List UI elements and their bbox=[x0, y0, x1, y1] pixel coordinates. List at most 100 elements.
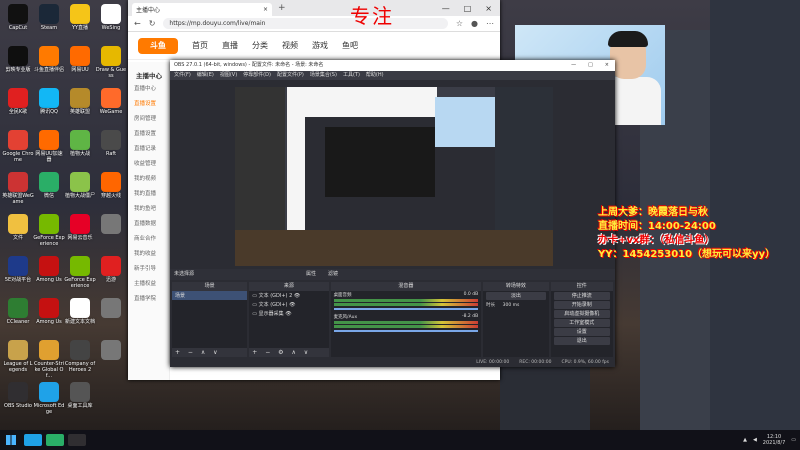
properties-button[interactable]: 属性 bbox=[306, 269, 316, 280]
desktop-icon[interactable]: 桌面工具库 bbox=[64, 382, 96, 409]
close-icon[interactable]: × bbox=[605, 60, 609, 71]
minimize-icon[interactable]: — bbox=[571, 60, 576, 71]
obs-menu-item[interactable]: 场景集合(S) bbox=[310, 71, 337, 80]
maximize-icon[interactable]: □ bbox=[464, 4, 472, 13]
notification-icon[interactable]: ▭ bbox=[791, 437, 796, 443]
control-button[interactable]: 工作室模式 bbox=[553, 319, 610, 327]
desktop-icon[interactable]: GeForce Experience bbox=[64, 256, 96, 289]
url-field[interactable]: https://mp.douyu.com/live/main bbox=[163, 18, 448, 29]
desktop-icon[interactable]: YY直播 bbox=[64, 4, 96, 31]
back-icon[interactable]: ← bbox=[134, 19, 141, 28]
obs-menu-item[interactable]: 配置文件(P) bbox=[277, 71, 304, 80]
close-icon[interactable]: × bbox=[263, 6, 268, 13]
control-button[interactable]: 启动虚拟摄像机 bbox=[553, 310, 610, 318]
taskbar-app-icon[interactable] bbox=[68, 434, 86, 446]
sidebar-item[interactable]: 我的直播 bbox=[128, 187, 169, 202]
duration-input[interactable]: 300 ms bbox=[503, 303, 520, 308]
profile-icon[interactable]: ● bbox=[471, 19, 478, 28]
desktop-icon[interactable]: 5E对战平台 bbox=[2, 256, 34, 283]
clock[interactable]: 12:10 2021/8/7 bbox=[763, 434, 785, 446]
sidebar-item[interactable]: 主播权益 bbox=[128, 277, 169, 292]
control-button[interactable]: 退出 bbox=[553, 337, 610, 345]
sidebar-item[interactable]: 收益管理 bbox=[128, 157, 169, 172]
douyu-logo[interactable]: 斗鱼 bbox=[138, 37, 178, 54]
desktop-icon[interactable] bbox=[95, 298, 127, 319]
desktop-icon[interactable]: Among Us bbox=[33, 298, 65, 325]
sources-dock-footer[interactable]: + − ⚙ ∧ ∨ bbox=[249, 348, 329, 357]
obs-menu-item[interactable]: 文件(F) bbox=[174, 71, 191, 80]
source-item[interactable]: ▭ 文本 (GDI+) 👁 bbox=[249, 300, 328, 309]
desktop-icon[interactable]: 微信 bbox=[33, 172, 65, 199]
desktop-icon[interactable]: 文件 bbox=[2, 214, 34, 241]
desktop-icon[interactable]: 腾讯QQ bbox=[33, 88, 65, 115]
nav-link[interactable]: 视频 bbox=[282, 40, 298, 51]
visibility-icon[interactable]: 👁 bbox=[292, 293, 300, 299]
nav-link[interactable]: 首页 bbox=[192, 40, 208, 51]
nav-link[interactable]: 直播 bbox=[222, 40, 238, 51]
obs-menu-item[interactable]: 帮助(H) bbox=[366, 71, 384, 80]
sidebar-item[interactable]: 直播设置 bbox=[128, 127, 169, 142]
desktop-icon[interactable]: Microsoft Edge bbox=[33, 382, 65, 415]
sidebar-item[interactable]: 商业合作 bbox=[128, 232, 169, 247]
sidebar-item[interactable]: 我的鱼吧 bbox=[128, 202, 169, 217]
desktop-icon[interactable]: 剪映专业版 bbox=[2, 46, 34, 73]
desktop-icon[interactable]: 植物大战 bbox=[64, 130, 96, 157]
desktop-icon[interactable]: Raft bbox=[95, 130, 127, 157]
desktop-icon[interactable]: 植物大战僵尸 bbox=[64, 172, 96, 199]
browser-tab[interactable]: 主播中心 × bbox=[132, 3, 272, 16]
desktop-icon[interactable]: Company of Heroes 2 bbox=[64, 340, 96, 373]
visibility-icon[interactable]: 👁 bbox=[288, 302, 295, 308]
desktop-icon[interactable]: 斗鱼直播伴侣 bbox=[33, 46, 65, 73]
desktop-icon[interactable]: 网易云音乐 bbox=[64, 214, 96, 241]
obs-menu-item[interactable]: 编辑(E) bbox=[197, 71, 214, 80]
refresh-icon[interactable]: ↻ bbox=[149, 19, 156, 28]
desktop-icon[interactable]: 网易UU bbox=[64, 46, 96, 73]
minimize-icon[interactable]: — bbox=[442, 4, 450, 13]
desktop-icon[interactable]: 英雄联盟 bbox=[64, 88, 96, 115]
desktop-icon[interactable]: League of Legends bbox=[2, 340, 34, 373]
nav-link[interactable]: 分类 bbox=[252, 40, 268, 51]
desktop-icon[interactable]: CapCut bbox=[2, 4, 34, 31]
source-item[interactable]: ▭ 显示器采集 👁 bbox=[249, 309, 328, 318]
desktop-icon[interactable]: Steam bbox=[33, 4, 65, 31]
desktop-icon[interactable]: OBS Studio bbox=[2, 382, 34, 409]
desktop-icon[interactable]: Among Us bbox=[33, 256, 65, 283]
sidebar-item[interactable]: 直播数据 bbox=[128, 217, 169, 232]
sidebar-item[interactable]: 直播设置 bbox=[128, 97, 169, 112]
desktop-icon[interactable]: CCleaner bbox=[2, 298, 34, 325]
obs-menu-item[interactable]: 工具(T) bbox=[343, 71, 360, 80]
sidebar-item[interactable]: 直播学院 bbox=[128, 292, 169, 307]
desktop-icon[interactable] bbox=[95, 340, 127, 361]
start-button[interactable] bbox=[0, 430, 22, 450]
desktop-icon[interactable]: 迅游 bbox=[95, 256, 127, 283]
new-tab-icon[interactable]: + bbox=[278, 3, 286, 13]
nav-link[interactable]: 游戏 bbox=[312, 40, 328, 51]
sidebar-item[interactable]: 直播中心 bbox=[128, 82, 169, 97]
desktop-icon[interactable]: 穿越火线 bbox=[95, 172, 127, 199]
network-icon[interactable]: ▲ bbox=[743, 437, 747, 443]
control-button[interactable]: 停止推流 bbox=[553, 292, 610, 300]
obs-menu-item[interactable]: 停靠部件(D) bbox=[243, 71, 271, 80]
sidebar-item[interactable]: 我的视频 bbox=[128, 172, 169, 187]
volume-slider[interactable] bbox=[333, 308, 479, 310]
desktop-icon[interactable]: WeGame bbox=[95, 88, 127, 115]
desktop-icon[interactable]: Draw & Guess bbox=[95, 46, 127, 79]
scene-item[interactable]: 场景 bbox=[172, 291, 248, 300]
sidebar-item[interactable]: 新手引导 bbox=[128, 262, 169, 277]
desktop-icon[interactable]: Counter-Strike Global Of... bbox=[33, 340, 65, 379]
sidebar-item[interactable]: 直播记录 bbox=[128, 142, 169, 157]
source-item[interactable]: ▭ 文本 (GDI+) 2 👁 bbox=[249, 291, 328, 300]
transition-select[interactable]: 淡出 bbox=[486, 292, 546, 300]
obs-menu-item[interactable]: 视图(V) bbox=[220, 71, 237, 80]
desktop-icon[interactable]: Google Chrome bbox=[2, 130, 34, 163]
favorite-icon[interactable]: ☆ bbox=[456, 19, 463, 28]
desktop-icon[interactable]: WeSing bbox=[95, 4, 127, 31]
desktop-icon[interactable]: 全民K歌 bbox=[2, 88, 34, 115]
desktop-icon[interactable]: 英雄联盟WeGame bbox=[2, 172, 34, 205]
filters-button[interactable]: 滤镜 bbox=[328, 269, 338, 280]
desktop-icon[interactable]: 新建文本文档 bbox=[64, 298, 96, 325]
taskbar-app-icon[interactable] bbox=[24, 434, 42, 446]
taskbar-app-icon[interactable] bbox=[46, 434, 64, 446]
desktop-icon[interactable]: 网易UU加速器 bbox=[33, 130, 65, 163]
obs-preview[interactable] bbox=[235, 87, 553, 266]
